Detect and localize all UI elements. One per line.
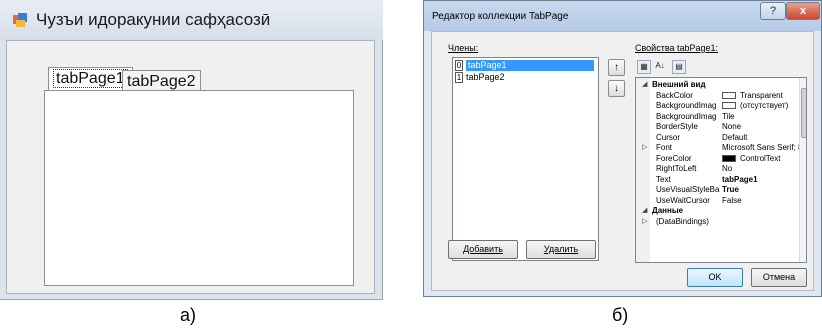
scrollbar-thumb[interactable] [801,88,806,138]
property-pages-icon[interactable]: ▤ [672,60,686,74]
property-value[interactable]: ControlText [722,154,800,164]
dialog-title: Редактор коллекции TabPage [432,11,569,22]
dialog-title-bar: Редактор коллекции TabPage ? x [424,1,821,31]
app-icon [13,13,27,27]
tab-label: tabPage1 [53,69,128,88]
expand-icon[interactable]: ▷ [642,143,647,153]
collapse-icon[interactable]: ◢ [642,206,647,216]
property-row[interactable]: BorderStyle None [636,122,799,133]
property-value[interactable]: tabPage1 [722,175,800,185]
add-button-label: Добавить [463,244,503,254]
caption-a: а) [180,305,197,325]
alphabetical-icon[interactable]: A↓ [653,60,667,74]
property-category[interactable]: ◢ Данные [636,206,799,217]
color-swatch [722,91,736,99]
property-name: Text [656,174,671,184]
properties-label: Свойства tabPage1: [635,43,719,53]
ok-button-label: OK [708,272,722,282]
property-value[interactable]: True [722,185,800,195]
property-row[interactable]: BackgroundImag Tile [636,112,799,123]
list-item[interactable]: 1 tabPage2 [455,72,596,84]
close-button[interactable]: x [786,2,820,20]
categorized-icon[interactable]: ▦ [637,60,651,74]
property-name: RightToLeft [656,164,697,173]
move-up-button[interactable]: ↑ [608,59,625,76]
property-name: Cursor [656,132,681,142]
move-down-button[interactable]: ↓ [608,80,625,97]
remove-button[interactable]: Удалить [526,240,596,259]
property-name: Font [656,143,673,152]
property-row[interactable]: ForeColor ControlText [636,154,799,165]
expand-icon[interactable]: ▷ [642,217,647,227]
collection-editor-dialog: Редактор коллекции TabPage ? x Члены: 0t… [423,0,822,297]
property-category[interactable]: ◢ Внешний вид [636,80,799,91]
item-index: 1 [455,72,463,83]
item-name: tabPage2 [466,72,505,82]
item-index: 0 [455,60,463,71]
tab-control-window: Чузъи идоракунии сафҳасозӣ tabPage1 tabP… [0,0,383,300]
property-name: UseWaitCursor [656,195,710,205]
tab-tabpage1[interactable]: tabPage1 [48,67,133,91]
property-row[interactable]: ▷ Font Microsoft Sans Serif; 8 [636,143,800,154]
ok-button[interactable]: OK [687,268,743,287]
title-bar: Чузъи идоракунии сафҳасозӣ [0,0,383,40]
property-name: BackgroundImag [656,111,717,121]
property-name: BorderStyle [656,122,698,131]
property-name: Внешний вид [652,80,706,89]
property-name: BackgroundImag [656,101,717,110]
arrow-down-icon: ↓ [614,83,619,94]
tab-label: tabPage2 [127,73,196,90]
property-name: BackColor [656,90,693,100]
item-name: tabPage1 [466,60,594,71]
property-grid[interactable]: ◢ Внешний вид BackColor Transparent Backgrou… [635,77,807,263]
property-value[interactable]: None [722,122,800,132]
property-value[interactable]: (отсутствует) [722,101,800,111]
property-value[interactable]: Microsoft Sans Serif; 8 [722,143,800,153]
caption-b: б) [612,305,629,325]
vertical-scrollbar[interactable] [799,78,806,262]
color-swatch [722,154,736,162]
tab-tabpage2[interactable]: tabPage2 [122,70,201,91]
cancel-button[interactable]: Отмена [751,268,807,287]
members-list[interactable]: 0 tabPage1 1 tabPage2 [452,57,599,261]
property-name: UseVisualStyleBa [656,185,720,194]
remove-button-label: Удалить [543,244,579,254]
property-value[interactable]: False [722,196,800,206]
property-row[interactable]: ▷ (DataBindings) [636,217,799,228]
arrow-up-icon: ↑ [614,62,619,73]
property-row[interactable]: Cursor Default [636,133,799,144]
property-name: (DataBindings) [656,216,709,226]
cancel-button-label: Отмена [762,272,796,282]
property-row[interactable]: RightToLeft No [636,164,799,175]
property-value[interactable]: Default [722,133,800,143]
color-swatch [722,102,736,110]
add-button[interactable]: Добавить [448,240,518,259]
property-value[interactable]: Transparent [722,91,800,101]
list-item[interactable]: 0 tabPage1 [455,60,596,72]
dialog-body: Члены: 0 tabPage1 1 tabPage2 ↑ ↓ Свойства … [431,31,814,291]
property-row[interactable]: UseVisualStyleBa True [636,185,799,196]
property-row[interactable]: Text tabPage1 [636,175,799,186]
property-value[interactable]: Tile [722,112,800,122]
property-row[interactable]: UseWaitCursor False [636,196,799,207]
property-value[interactable]: No [722,164,800,174]
property-row[interactable]: BackgroundImag (отсутствует) [636,101,799,112]
property-row[interactable]: BackColor Transparent [636,91,799,102]
window-title: Чузъи идоракунии сафҳасозӣ [36,10,271,29]
collapse-icon[interactable]: ◢ [642,80,647,90]
help-button[interactable]: ? [760,2,786,20]
tab-page-panel [44,90,354,286]
property-name: Данные [652,206,684,215]
members-label: Члены: [448,43,479,53]
property-name: ForeColor [656,153,692,163]
